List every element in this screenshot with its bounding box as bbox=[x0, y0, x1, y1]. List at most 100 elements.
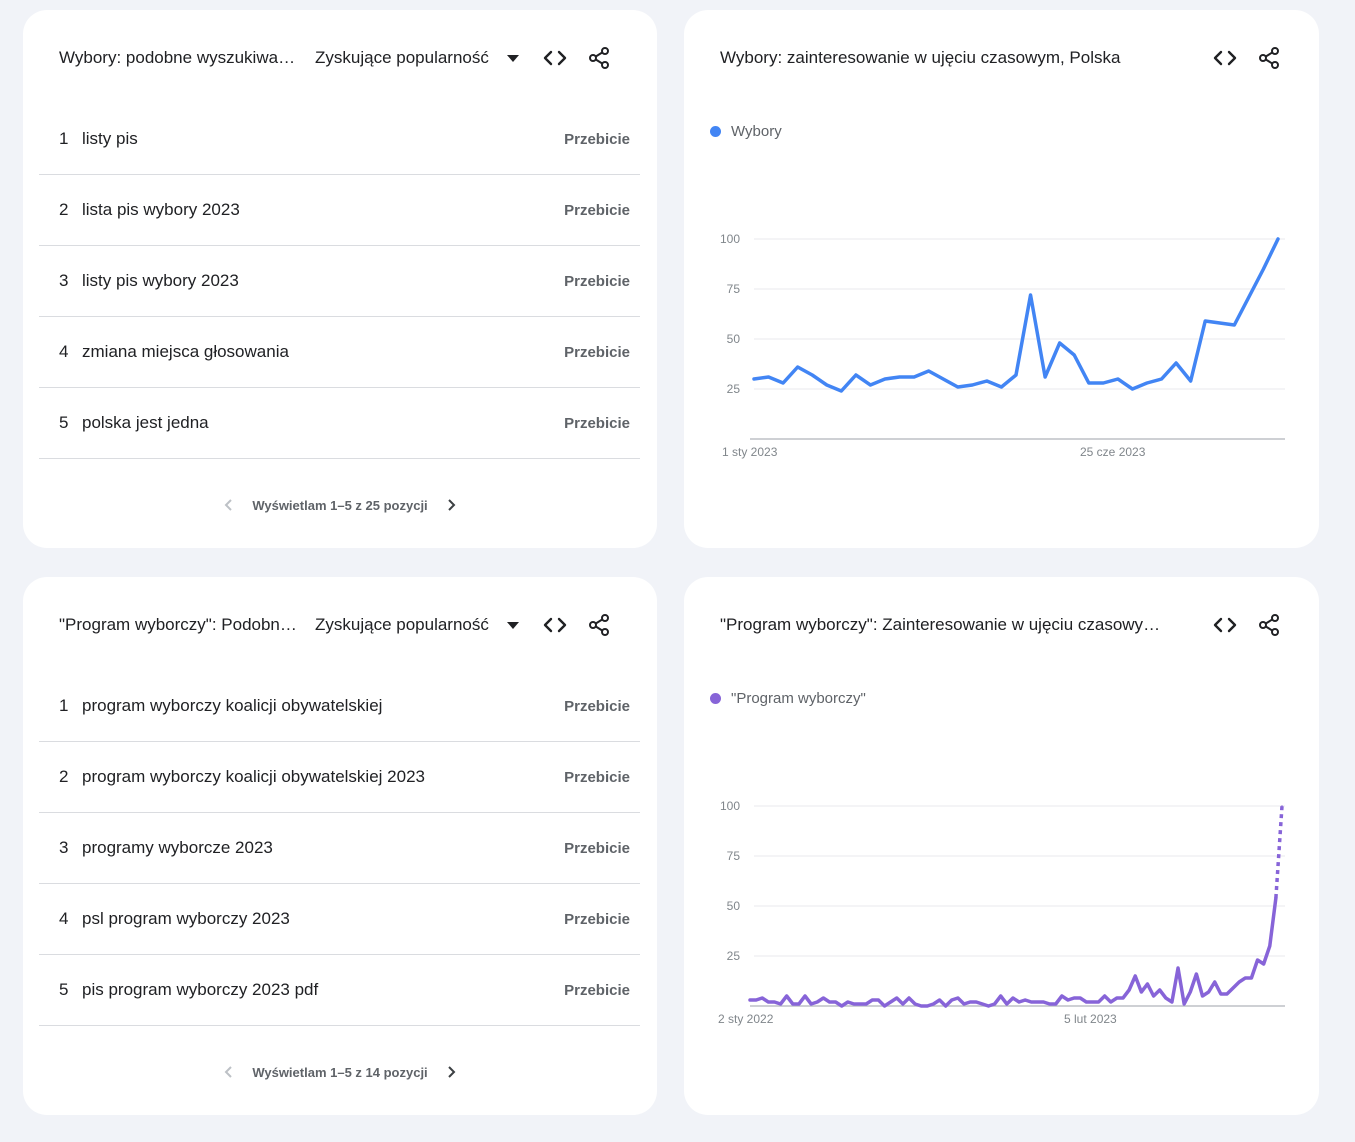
next-page-button[interactable] bbox=[438, 1059, 464, 1085]
card-header: "Program wyborczy": Podobne wyszukiwania… bbox=[59, 607, 621, 643]
list-query: program wyborczy koalicji obywatelskiej … bbox=[82, 767, 425, 786]
data-point bbox=[755, 999, 757, 1001]
data-point bbox=[810, 1003, 812, 1005]
data-point bbox=[1000, 386, 1003, 388]
data-point bbox=[855, 374, 857, 376]
data-point bbox=[1109, 1001, 1112, 1003]
data-point bbox=[1015, 374, 1017, 376]
data-point bbox=[1244, 977, 1247, 979]
list-item[interactable]: 1 program wyborczy koalicji obywatelskiej… bbox=[39, 671, 640, 742]
data-point bbox=[971, 384, 974, 386]
data-point bbox=[1277, 238, 1279, 240]
data-point bbox=[869, 384, 872, 386]
prev-page-button[interactable] bbox=[216, 1059, 242, 1085]
list-rank: 3 bbox=[59, 271, 69, 290]
data-point bbox=[926, 1005, 929, 1007]
list-item[interactable]: 3 listy pis wybory 2023 Przebicie bbox=[39, 246, 640, 317]
interest-over-time-card-wybory: Wybory: zainteresowanie w ujęciu czasowy… bbox=[684, 10, 1319, 548]
chevron-right-icon bbox=[447, 499, 456, 511]
list-query: polska jest jedna bbox=[82, 413, 209, 432]
share-button[interactable] bbox=[585, 44, 613, 72]
y-tick-label: 25 bbox=[727, 949, 741, 963]
data-point bbox=[853, 1003, 855, 1005]
data-point bbox=[1262, 268, 1265, 270]
list-query: pis program wyborczy 2023 pdf bbox=[82, 980, 319, 999]
list-value: Przebicie bbox=[564, 697, 630, 715]
list-value: Przebicie bbox=[564, 130, 630, 148]
list-query: program wyborczy koalicji obywatelskiej bbox=[82, 696, 383, 715]
data-point bbox=[1238, 981, 1240, 983]
data-point bbox=[825, 384, 828, 386]
data-point bbox=[865, 1003, 867, 1005]
list-query: lista pis wybory 2023 bbox=[82, 200, 240, 219]
y-tick-label: 25 bbox=[727, 382, 741, 396]
data-point bbox=[1195, 973, 1198, 975]
data-point bbox=[1268, 945, 1271, 947]
data-point bbox=[1256, 959, 1259, 961]
y-tick-label: 75 bbox=[727, 282, 741, 296]
data-point bbox=[1204, 320, 1207, 322]
list-value: Przebicie bbox=[564, 201, 630, 219]
data-point bbox=[1183, 1003, 1185, 1005]
list-rank: 1 bbox=[59, 129, 69, 148]
pagination: Wyświetlam 1–5 z 25 pozycji bbox=[23, 492, 657, 518]
y-tick-label: 100 bbox=[720, 799, 740, 813]
data-point bbox=[1067, 999, 1069, 1001]
data-point bbox=[927, 370, 930, 372]
list-item[interactable]: 2 lista pis wybory 2023 Przebicie bbox=[39, 175, 640, 246]
prev-page-button[interactable] bbox=[216, 492, 242, 518]
data-point bbox=[1189, 991, 1192, 993]
list-item[interactable]: 5 polska jest jedna Przebicie bbox=[39, 388, 640, 459]
embed-button[interactable] bbox=[541, 611, 569, 639]
share-icon bbox=[588, 614, 609, 636]
share-button[interactable] bbox=[585, 611, 613, 639]
next-page-button[interactable] bbox=[438, 492, 464, 518]
data-point bbox=[1048, 1003, 1051, 1005]
data-point bbox=[796, 366, 799, 368]
data-point bbox=[792, 1003, 794, 1005]
data-point bbox=[1097, 1001, 1100, 1003]
data-point bbox=[1036, 1001, 1039, 1003]
data-point bbox=[993, 1003, 996, 1005]
list-rank: 2 bbox=[59, 200, 69, 219]
line-chart-program-wyborczy: 25 50 75 100 2 sty 2022 5 lut 2023 bbox=[718, 799, 1285, 1026]
data-point bbox=[908, 997, 910, 999]
sort-dropdown[interactable]: Zyskujące popularność bbox=[315, 615, 519, 635]
list-item[interactable]: 3 programy wyborcze 2023 Przebicie bbox=[39, 813, 640, 884]
related-queries-list: 1 program wyborczy koalicji obywatelskiej… bbox=[39, 671, 640, 1026]
list-item[interactable]: 4 psl program wyborczy 2023 Przebicie bbox=[39, 884, 640, 955]
data-point bbox=[1073, 354, 1076, 356]
list-value: Przebicie bbox=[564, 910, 630, 928]
sort-dropdown[interactable]: Zyskujące popularność bbox=[315, 48, 519, 68]
data-point bbox=[1201, 995, 1204, 997]
list-query: listy pis wybory 2023 bbox=[82, 271, 239, 290]
data-point bbox=[1218, 322, 1221, 324]
list-item[interactable]: 4 zmiana miejsca głosowania Przebicie bbox=[39, 317, 640, 388]
data-point bbox=[840, 1005, 843, 1007]
list-rank: 5 bbox=[59, 413, 69, 432]
data-point bbox=[1281, 805, 1283, 807]
data-point bbox=[1116, 997, 1118, 999]
data-point bbox=[1146, 382, 1148, 384]
list-rank: 5 bbox=[59, 980, 69, 999]
y-tick-label: 50 bbox=[727, 899, 741, 913]
data-point bbox=[749, 999, 751, 1001]
list-item[interactable]: 2 program wyborczy koalicji obywatelskiej… bbox=[39, 742, 640, 813]
list-item[interactable]: 1 listy pis Przebicie bbox=[39, 104, 640, 175]
data-point bbox=[957, 997, 959, 999]
embed-button[interactable] bbox=[541, 44, 569, 72]
data-point bbox=[1177, 967, 1179, 969]
data-point bbox=[1122, 997, 1124, 999]
data-point bbox=[1262, 963, 1265, 965]
pager-text: Wyświetlam 1–5 z 14 pozycji bbox=[252, 1064, 428, 1080]
data-point bbox=[1165, 997, 1167, 999]
data-point bbox=[981, 1003, 984, 1005]
data-point bbox=[944, 1005, 947, 1007]
data-point bbox=[811, 374, 814, 376]
data-point bbox=[753, 378, 755, 380]
data-point bbox=[767, 376, 770, 378]
data-point bbox=[1233, 324, 1236, 326]
list-item[interactable]: 5 pis program wyborczy 2023 pdf Przebicie bbox=[39, 955, 640, 1026]
x-tick-label: 1 sty 2023 bbox=[722, 445, 778, 459]
data-point bbox=[779, 1003, 782, 1005]
